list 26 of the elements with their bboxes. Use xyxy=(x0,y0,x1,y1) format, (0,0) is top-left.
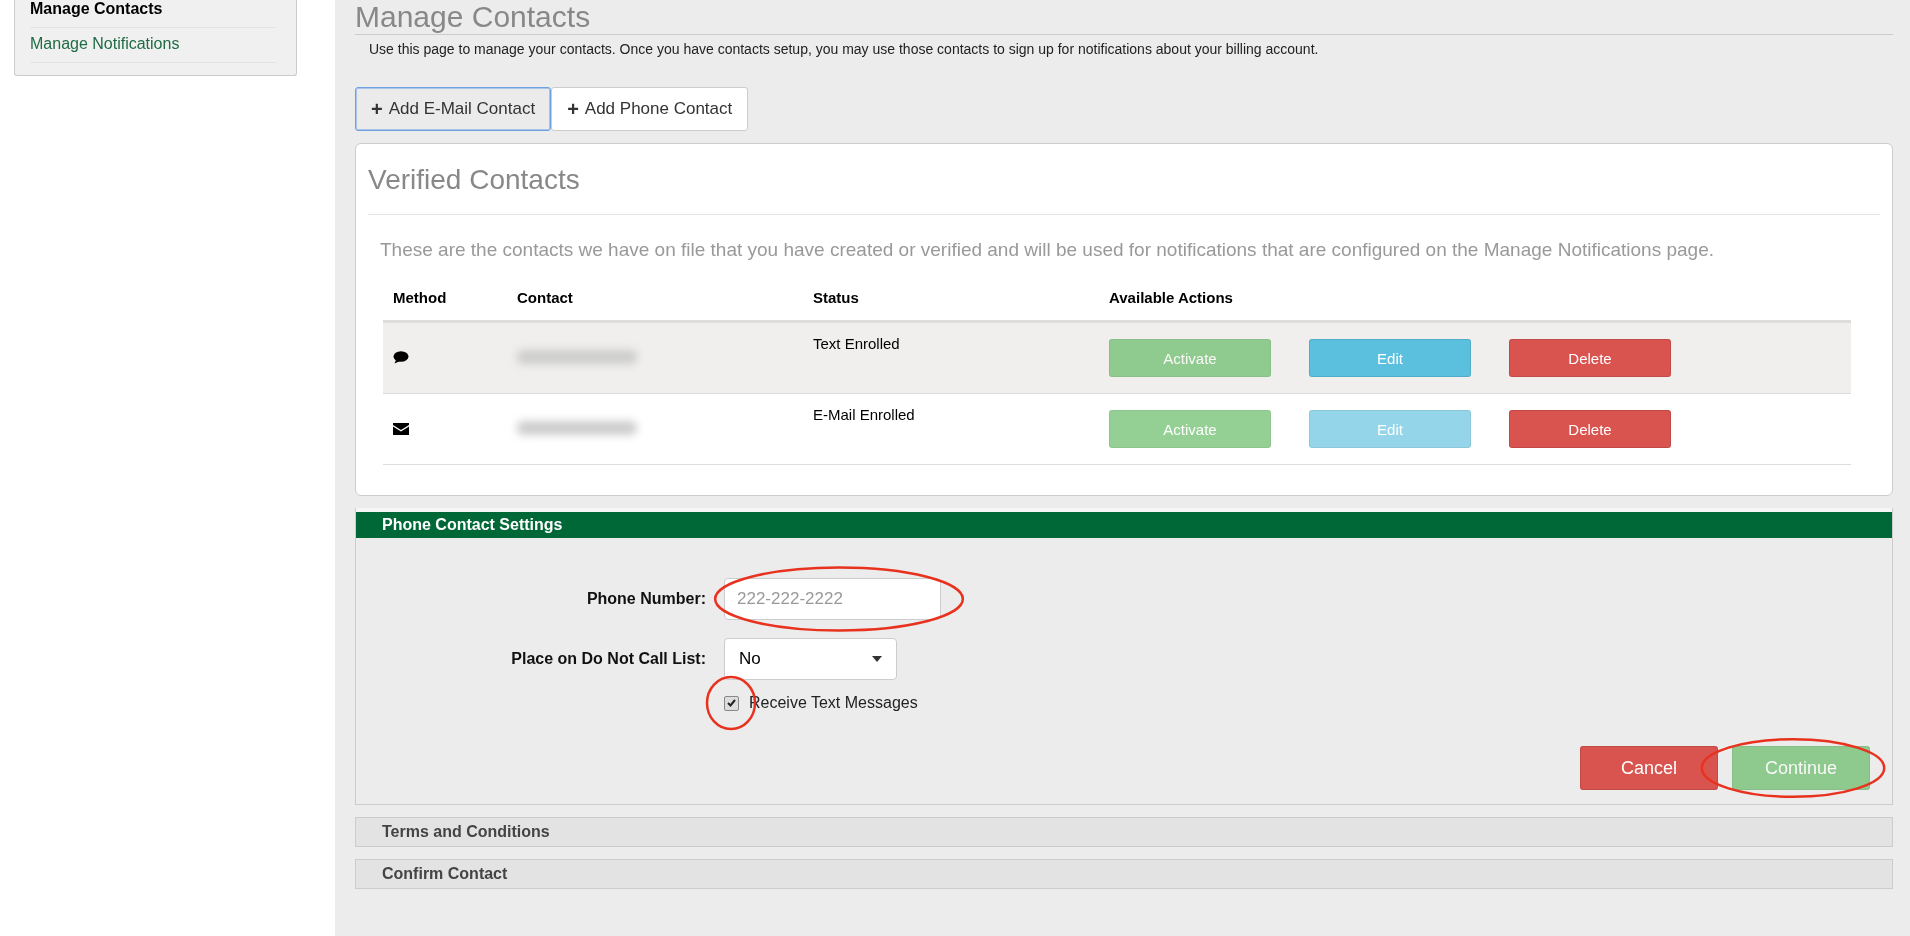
section-header: Phone Contact Settings xyxy=(356,508,1892,538)
checkbox[interactable] xyxy=(724,695,739,711)
delete-button[interactable]: Delete xyxy=(1509,410,1671,448)
speech-bubble-icon xyxy=(393,350,409,364)
field-label: Phone Number: xyxy=(586,590,706,608)
phone-number-field[interactable]: 222-222-2222 xyxy=(724,578,941,620)
edit-button[interactable]: Edit xyxy=(1309,339,1471,377)
field-label: Place on Do Not Call List: xyxy=(511,650,706,668)
collapsed-section-header[interactable]: Terms and Conditions xyxy=(355,817,1893,847)
status-text: Text Enrolled xyxy=(813,335,900,352)
do-not-call-dropdown[interactable]: No xyxy=(724,638,897,680)
page-title: Manage Contacts xyxy=(355,0,1893,35)
add-contact-button[interactable]: + Add Phone Contact xyxy=(551,87,749,131)
delete-button[interactable]: Delete xyxy=(1509,339,1671,377)
cancel-button[interactable]: Cancel xyxy=(1580,746,1718,790)
sidebar-link[interactable]: Manage Contacts xyxy=(30,0,276,28)
checkmark-icon xyxy=(727,699,736,707)
envelope-icon xyxy=(393,422,409,435)
collapsed-section-header[interactable]: Confirm Contact xyxy=(355,859,1893,889)
sidebar-link[interactable]: Manage Notifications xyxy=(30,28,276,63)
panel-title: Verified Contacts xyxy=(368,144,1880,215)
add-contact-button[interactable]: + Add E-Mail Contact xyxy=(355,87,552,131)
status-text: E-Mail Enrolled xyxy=(813,406,915,423)
caret-icon xyxy=(872,656,882,662)
intro-text: Use this page to manage your contacts. Once you have contacts setup, you may use those contacts to sign up for notifications about your billing account. xyxy=(369,41,1320,57)
panel-description: These are the contacts we have on file that you have created or verified and will be used for notifications that are configured on the Manage Notifications page. xyxy=(380,239,1715,261)
